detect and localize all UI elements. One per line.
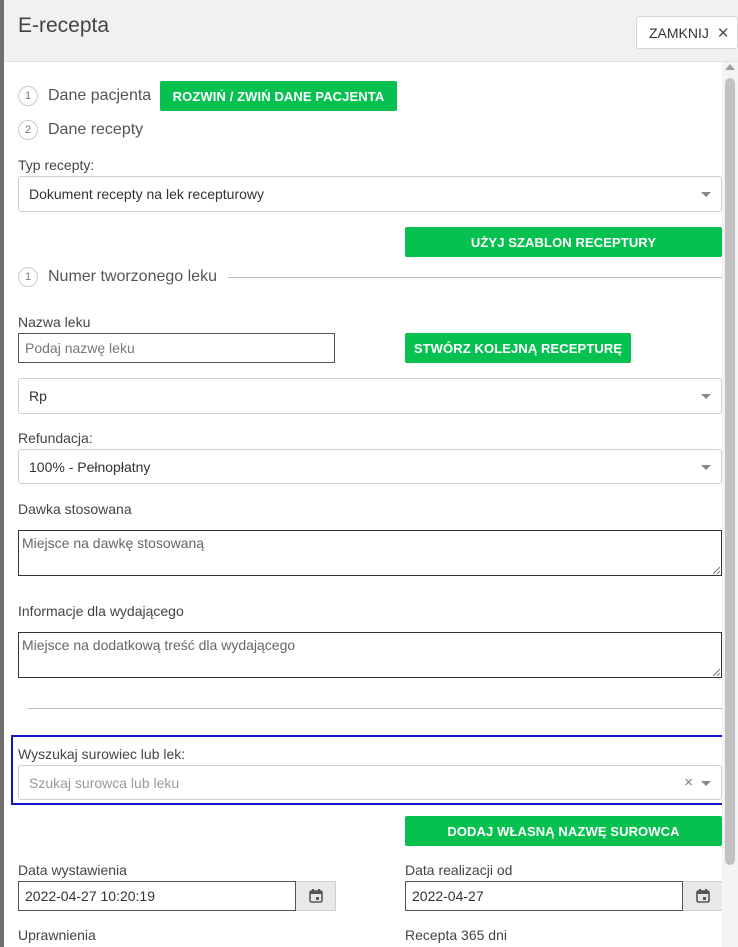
issue-date-input[interactable]: 2022-04-27 10:20:19: [18, 881, 296, 911]
search-ingredient-select[interactable]: Szukaj surowca lub leku ×: [18, 765, 722, 800]
step-recipe-data: 2 Dane recepty: [18, 120, 143, 140]
rp-select[interactable]: Rp: [18, 378, 722, 414]
create-next-recipe-button[interactable]: STWÓRZ KOLEJNĄ RECEPTURĘ: [405, 333, 631, 363]
step-label: Dane pacjenta: [48, 87, 152, 104]
step-patient-data: 1 Dane pacjenta: [18, 86, 151, 106]
scroll-up-icon[interactable]: [725, 64, 735, 70]
info-label: Informacje dla wydającego: [18, 603, 184, 619]
rp-value: Rp: [29, 388, 47, 404]
section-divider: [228, 277, 722, 278]
realization-date-label: Data realizacji od: [405, 862, 513, 878]
chevron-down-icon: [701, 780, 711, 786]
toggle-patient-data-button[interactable]: ROZWIŃ / ZWIŃ DANE PACJENTA: [160, 81, 397, 111]
step-number: 1: [18, 86, 38, 106]
recipe-type-value: Dokument recepty na lek recepturowy: [29, 186, 264, 202]
close-button[interactable]: ZAMKNIJ ✕: [636, 16, 738, 49]
recipe-type-label: Typ recepty:: [18, 157, 95, 173]
scrollbar-thumb[interactable]: [725, 78, 735, 865]
calendar-icon: [308, 889, 323, 903]
recipe365-label: Recepta 365 dni: [405, 927, 507, 943]
info-placeholder: Miejsce na dodatkową treść dla wydająceg…: [22, 637, 296, 653]
add-own-name-button[interactable]: DODAJ WŁASNĄ NAZWĘ SUROWCA: [405, 816, 722, 846]
refund-select[interactable]: 100% - Pełnopłatny: [18, 449, 722, 484]
window-title: E-recepta: [18, 14, 110, 37]
resize-handle-icon[interactable]: [712, 668, 720, 676]
close-icon: ✕: [716, 24, 730, 42]
search-placeholder: Szukaj surowca lub leku: [29, 774, 180, 791]
drug-name-input[interactable]: Podaj nazwę leku: [18, 333, 335, 363]
realization-date-input[interactable]: 2022-04-27: [405, 881, 683, 911]
realization-date-calendar-button[interactable]: [683, 881, 723, 911]
drug-name-label: Nazwa leku: [18, 314, 91, 330]
left-edge-bar: [0, 0, 4, 947]
realization-date-group: 2022-04-27: [405, 881, 723, 911]
issue-date-group: 2022-04-27 10:20:19: [18, 881, 336, 911]
recipe-type-select[interactable]: Dokument recepty na lek recepturowy: [18, 176, 722, 212]
chevron-down-icon: [701, 394, 711, 399]
dose-placeholder: Miejsce na dawkę stosowaną: [22, 535, 205, 551]
chevron-down-icon: [701, 464, 711, 470]
search-label: Wyszukaj surowiec lub lek:: [18, 746, 186, 762]
dose-label: Dawka stosowana: [18, 501, 132, 517]
step-number: 2: [18, 120, 38, 140]
refund-label: Refundacja:: [18, 430, 93, 446]
step-number: 1: [18, 267, 38, 287]
clear-icon[interactable]: ×: [684, 774, 693, 791]
dose-textarea[interactable]: Miejsce na dawkę stosowaną: [18, 530, 722, 576]
resize-handle-icon[interactable]: [712, 566, 720, 574]
use-template-button[interactable]: UŻYJ SZABLON RECEPTURY: [405, 227, 722, 257]
close-button-label: ZAMKNIJ: [649, 24, 709, 41]
refund-value: 100% - Pełnopłatny: [29, 458, 151, 475]
info-textarea[interactable]: Miejsce na dodatkową treść dla wydająceg…: [18, 632, 722, 678]
calendar-icon: [695, 889, 710, 903]
issue-date-calendar-button[interactable]: [296, 881, 336, 911]
step-label: Dane recepty: [48, 121, 144, 138]
issue-date-label: Data wystawienia: [18, 862, 127, 878]
window-titlebar: [0, 0, 738, 62]
chevron-down-icon: [701, 192, 711, 197]
step-label: Numer tworzonego leku: [48, 268, 217, 285]
permissions-label: Uprawnienia: [18, 927, 96, 943]
step-drug-number: 1 Numer tworzonego leku: [18, 267, 217, 287]
section-divider: [28, 708, 722, 709]
